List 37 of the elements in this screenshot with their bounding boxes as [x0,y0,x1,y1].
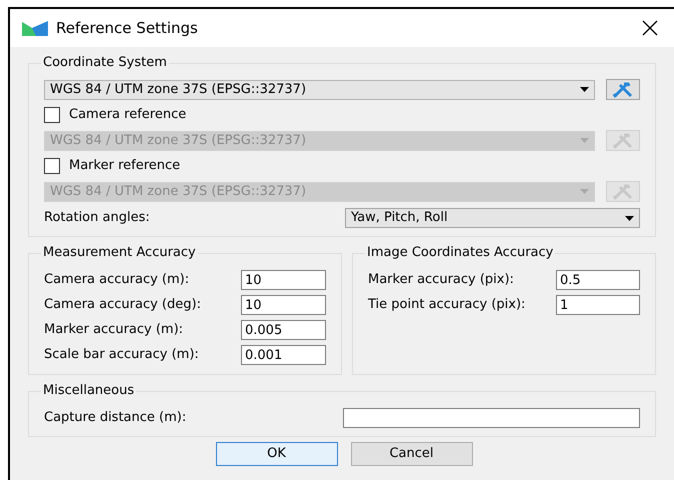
input-field[interactable]: 0.5 [556,270,640,290]
dialog-button[interactable]: Cancel [350,442,472,466]
field-label: Tie point accuracy (pix): [368,296,526,314]
dropdown-caret-icon [580,189,589,194]
coordinate-settings-button[interactable] [606,79,640,100]
input-field[interactable]: 10 [241,295,326,315]
window-title: Reference Settings [56,18,199,39]
input-field[interactable]: 1 [556,295,640,315]
checkbox-label: Marker reference [69,157,180,176]
field-label: Camera accuracy (deg): [44,296,201,314]
dropdown-caret-icon [580,87,589,92]
checkbox[interactable] [44,158,60,174]
checkbox[interactable] [44,107,60,123]
rotation-angles-label: Rotation angles: [44,209,151,228]
dropdown-caret-icon [625,216,634,220]
close-icon [642,20,658,36]
field-label: Marker accuracy (pix): [368,271,514,290]
app-logo-icon [22,20,48,36]
dialog-button[interactable]: OK [216,442,338,466]
input-field[interactable] [343,408,640,428]
dropdown-caret-icon [580,138,589,143]
group-title: Coordinate System [41,55,169,71]
input-field[interactable]: 0.001 [241,345,326,365]
field-label: Capture distance (m): [44,409,186,428]
checkbox-label: Camera reference [69,106,186,124]
group-title: Measurement Accuracy [41,245,198,261]
field-label: Camera accuracy (m): [44,271,190,290]
coordinate-system-dropdown[interactable]: WGS 84 / UTM zone 37S (EPSG::32737) [44,80,595,100]
input-field[interactable]: 10 [241,270,326,290]
tools-icon [612,184,634,200]
tools-icon [612,132,634,148]
group-title: Image Coordinates Accuracy [365,245,556,261]
rotation-angles-dropdown[interactable]: Yaw, Pitch, Roll [345,208,640,228]
field-label: Marker accuracy (m): [44,321,184,340]
input-field[interactable]: 0.005 [241,320,326,340]
field-label: Scale bar accuracy (m): [44,346,199,364]
tools-icon [612,82,634,98]
